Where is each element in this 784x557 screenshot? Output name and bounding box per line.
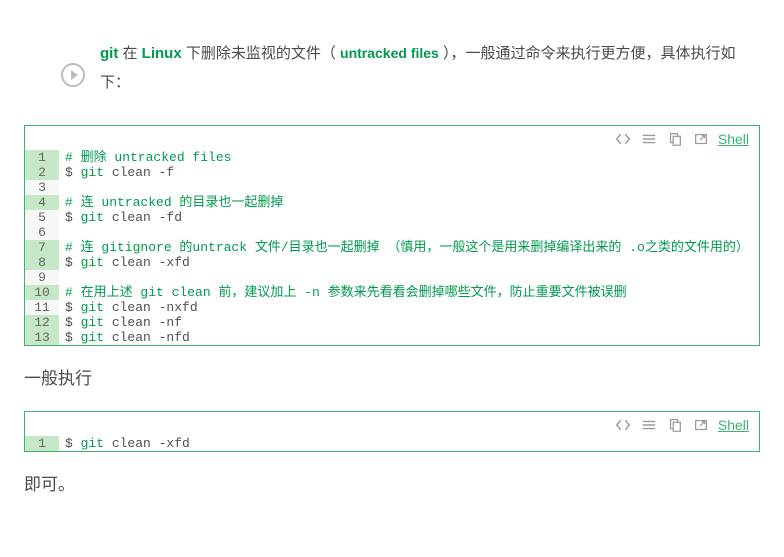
line-content xyxy=(59,180,759,195)
code-lines: 1# 删除 untracked files2$ git clean -f34# … xyxy=(25,150,759,345)
line-number: 1 xyxy=(25,150,59,165)
end-paragraph: 即可。 xyxy=(24,470,760,495)
line-number: 13 xyxy=(25,330,59,345)
line-number: 2 xyxy=(25,165,59,180)
code-line: 11$ git clean -nxfd xyxy=(25,300,759,315)
line-content: # 连 untracked 的目录也一起删掉 xyxy=(59,195,759,210)
line-content: $ git clean -f xyxy=(59,165,759,180)
code-line: 13$ git clean -nfd xyxy=(25,330,759,345)
code-line: 2$ git clean -f xyxy=(25,165,759,180)
line-number: 3 xyxy=(25,180,59,195)
code-line: 9 xyxy=(25,270,759,285)
line-content xyxy=(59,225,759,240)
line-number: 4 xyxy=(25,195,59,210)
line-number: 9 xyxy=(25,270,59,285)
open-window-icon[interactable] xyxy=(692,416,710,434)
play-icon[interactable] xyxy=(60,62,86,88)
line-content: $ git clean -nxfd xyxy=(59,300,759,315)
line-content: # 在用上述 git clean 前，建议加上 -n 参数来先看看会删掉哪些文件… xyxy=(59,285,759,300)
line-number: 8 xyxy=(25,255,59,270)
lines-icon[interactable] xyxy=(640,130,658,148)
line-number: 1 xyxy=(25,436,59,451)
code-language-label[interactable]: Shell xyxy=(718,417,749,433)
line-content xyxy=(59,270,759,285)
lines-icon[interactable] xyxy=(640,416,658,434)
code-line: 3 xyxy=(25,180,759,195)
line-content: $ git clean -fd xyxy=(59,210,759,225)
code-line: 1$ git clean -xfd xyxy=(25,436,759,451)
line-number: 5 xyxy=(25,210,59,225)
keyword-untracked-files: untracked files xyxy=(340,45,439,61)
keyword-linux: Linux xyxy=(142,45,182,62)
code-line: 6 xyxy=(25,225,759,240)
line-number: 7 xyxy=(25,240,59,255)
line-number: 11 xyxy=(25,300,59,315)
code-line: 5$ git clean -fd xyxy=(25,210,759,225)
line-number: 10 xyxy=(25,285,59,300)
intro-paragraph: git 在 Linux 下删除未监视的文件（ untracked files ）… xyxy=(100,40,760,97)
view-source-icon[interactable] xyxy=(614,130,632,148)
code-toolbar: Shell xyxy=(25,126,759,150)
line-content: $ git clean -xfd xyxy=(59,255,759,270)
line-content: $ git clean -nfd xyxy=(59,330,759,345)
copy-icon[interactable] xyxy=(666,416,684,434)
code-toolbar: Shell xyxy=(25,412,759,436)
line-content: # 连 gitignore 的untrack 文件/目录也一起删掉 （慎用，一般… xyxy=(59,240,759,255)
code-line: 12$ git clean -nf xyxy=(25,315,759,330)
code-language-label[interactable]: Shell xyxy=(718,131,749,147)
view-source-icon[interactable] xyxy=(614,416,632,434)
mid-paragraph: 一般执行 xyxy=(24,364,760,389)
line-number: 6 xyxy=(25,225,59,240)
line-content: # 删除 untracked files xyxy=(59,150,759,165)
code-line: 4# 连 untracked 的目录也一起删掉 xyxy=(25,195,759,210)
code-block-main: Shell 1# 删除 untracked files2$ git clean … xyxy=(24,125,760,346)
open-window-icon[interactable] xyxy=(692,130,710,148)
code-line: 7# 连 gitignore 的untrack 文件/目录也一起删掉 （慎用，一… xyxy=(25,240,759,255)
code-line: 10# 在用上述 git clean 前，建议加上 -n 参数来先看看会删掉哪些… xyxy=(25,285,759,300)
code-lines: 1$ git clean -xfd xyxy=(25,436,759,451)
keyword-git: git xyxy=(100,45,118,62)
line-content: $ git clean -nf xyxy=(59,315,759,330)
line-content: $ git clean -xfd xyxy=(59,436,759,451)
line-number: 12 xyxy=(25,315,59,330)
code-line: 1# 删除 untracked files xyxy=(25,150,759,165)
code-line: 8$ git clean -xfd xyxy=(25,255,759,270)
copy-icon[interactable] xyxy=(666,130,684,148)
code-block-secondary: Shell 1$ git clean -xfd xyxy=(24,411,760,452)
